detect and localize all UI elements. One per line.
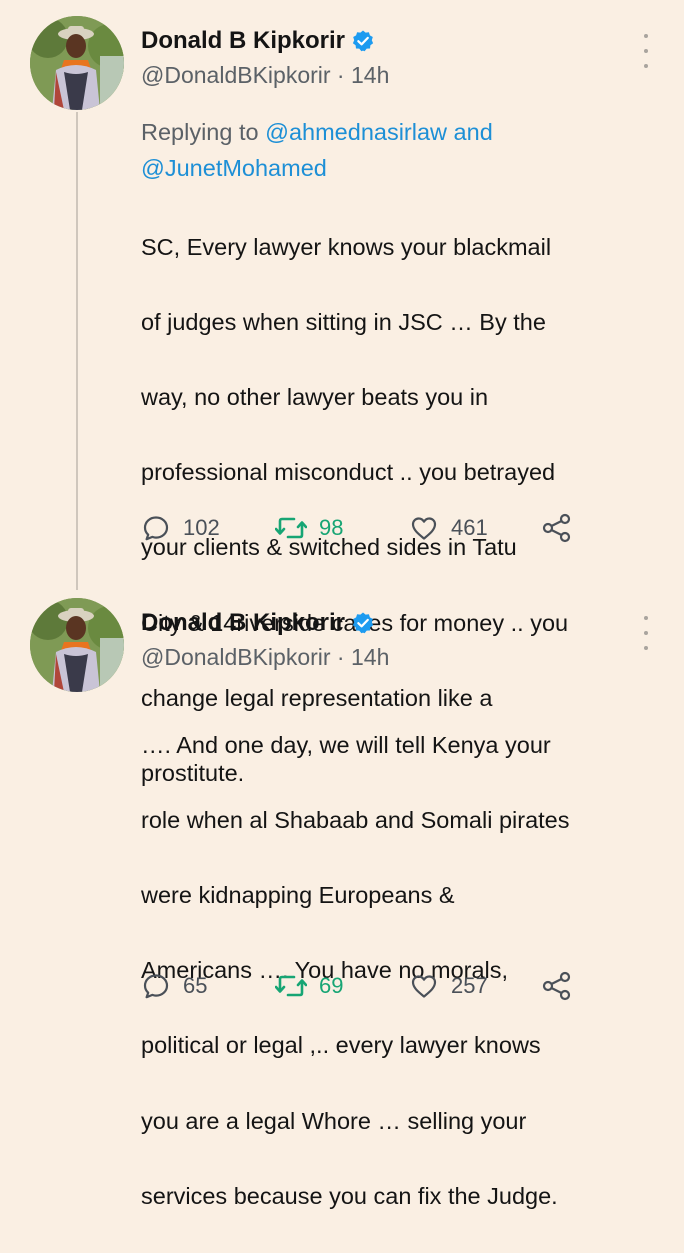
tweet-text-line: professional misconduct .. you betrayed: [141, 459, 556, 486]
like-icon: [409, 513, 439, 543]
like-icon: [409, 971, 439, 1001]
mention-link[interactable]: @JunetMohamed: [141, 155, 327, 181]
tweet-text-line: SC, Every lawyer knows your blackmail: [141, 233, 552, 260]
reply-count: 102: [183, 515, 220, 540]
verified-badge-icon: [351, 29, 375, 53]
handle-time-row: @DonaldBKipkorir · 14h: [141, 644, 389, 671]
replying-to-label: Replying to: [141, 119, 266, 145]
like-button[interactable]: 257: [409, 966, 488, 1006]
tweet-text-line: role when al Shabaab and Somali pirates: [141, 806, 570, 833]
tweet-time[interactable]: 14h: [351, 62, 389, 88]
tweet-text-line: of judges when sitting in JSC … By the: [141, 308, 546, 335]
reply-button[interactable]: 102: [141, 508, 220, 548]
author-handle[interactable]: @DonaldBKipkorir: [141, 644, 331, 670]
tweet-time[interactable]: 14h: [351, 644, 389, 670]
more-options-icon[interactable]: [636, 616, 656, 650]
author-name[interactable]: Donald B Kipkorir: [141, 27, 345, 55]
avatar[interactable]: [30, 598, 124, 692]
avatar[interactable]: [30, 16, 124, 110]
reply-button[interactable]: 65: [141, 966, 207, 1006]
retweet-icon: [275, 513, 307, 543]
meta-separator: ·: [330, 644, 351, 670]
share-icon: [541, 970, 573, 1002]
share-button[interactable]: [541, 508, 573, 548]
retweet-button[interactable]: 98: [275, 508, 343, 548]
retweet-icon: [275, 971, 307, 1001]
tweet-text-line: …. And one day, we will tell Kenya your: [141, 731, 551, 758]
tweet-actions: 65 69 257: [141, 966, 641, 1006]
tweet-text-line: you are a legal Whore … selling your: [141, 1107, 527, 1134]
tweet-actions: 102 98 461: [141, 508, 641, 548]
reply-count: 65: [183, 973, 208, 998]
reply-icon: [141, 971, 171, 1001]
author-name[interactable]: Donald B Kipkorir: [141, 609, 345, 637]
retweet-count: 98: [319, 515, 344, 540]
more-options-icon[interactable]: [636, 34, 656, 68]
tweet-text-line: services because you can fix the Judge.: [141, 1182, 558, 1209]
like-count: 257: [451, 973, 488, 998]
thread-connector-line: [76, 112, 78, 590]
tweet-text-line: way, no other lawyer beats you in: [141, 383, 489, 410]
replying-to: Replying to @ahmednasirlaw and @JunetMoh…: [141, 114, 641, 186]
reply-icon: [141, 513, 171, 543]
mention-link[interactable]: @ahmednasirlaw: [265, 119, 447, 145]
like-count: 461: [451, 515, 488, 540]
mention-joiner: and: [447, 119, 493, 145]
author-handle[interactable]: @DonaldBKipkorir: [141, 62, 331, 88]
meta-separator: ·: [330, 62, 351, 88]
tweet-text-line: political or legal ,.. every lawyer know…: [141, 1032, 541, 1059]
handle-time-row: @DonaldBKipkorir · 14h: [141, 62, 389, 89]
share-icon: [541, 512, 573, 544]
retweet-count: 69: [319, 973, 344, 998]
like-button[interactable]: 461: [409, 508, 488, 548]
verified-badge-icon: [351, 611, 375, 635]
tweet-text-line: were kidnapping Europeans &: [141, 881, 455, 908]
share-button[interactable]: [541, 966, 573, 1006]
retweet-button[interactable]: 69: [275, 966, 343, 1006]
